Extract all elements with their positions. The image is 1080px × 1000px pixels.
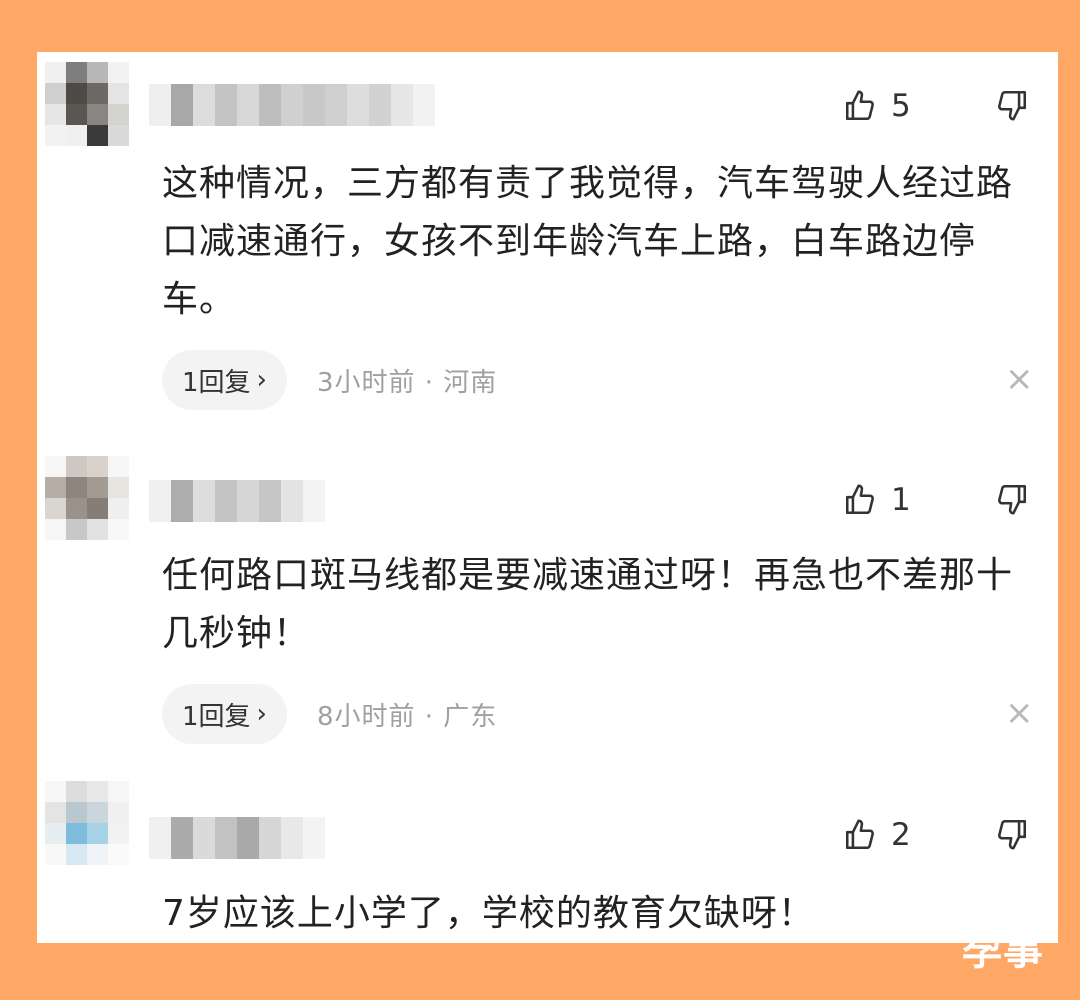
comment-text: 这种情况，三方都有责了我觉得，汽车驾驶人经过路口减速通行，女孩不到年龄汽车上路，…: [162, 163, 1014, 320]
like-button[interactable]: 5: [843, 88, 911, 124]
replies-button[interactable]: 1回复 ›: [162, 350, 287, 410]
dislike-button[interactable]: [995, 88, 1029, 122]
comment-text: 7岁应该上小学了，学校的教育欠缺呀！: [162, 893, 815, 934]
username-blurred[interactable]: [149, 480, 325, 522]
chevron-right-icon: ›: [256, 699, 267, 729]
comment-meta: 1回复 › 3小时前 · 河南: [162, 350, 497, 410]
replies-button[interactable]: 1回复 ›: [162, 684, 287, 744]
username-blurred[interactable]: [149, 84, 435, 126]
replies-label: 1回复: [182, 701, 251, 732]
avatar[interactable]: [45, 456, 129, 540]
thumbs-down-icon: [998, 819, 1027, 850]
thumbs-down-icon: [998, 90, 1027, 121]
close-icon[interactable]: ×: [1005, 362, 1034, 396]
thumbs-up-icon: [845, 484, 874, 515]
like-count: 5: [891, 88, 911, 124]
watermark-logo: 孕事: [962, 928, 1044, 974]
comments-panel: 5 这种情况，三方都有责了我觉得，汽车驾驶人经过路口减速通行，女孩不到年龄汽车上…: [37, 52, 1058, 943]
thumbs-up-icon: [845, 90, 874, 121]
like-count: 2: [891, 817, 911, 853]
like-button[interactable]: 1: [843, 482, 911, 518]
dislike-button[interactable]: [995, 482, 1029, 516]
avatar[interactable]: [45, 781, 129, 865]
close-icon[interactable]: ×: [1005, 696, 1034, 730]
comment-text: 任何路口斑马线都是要减速通过呀！再急也不差那十几秒钟！: [162, 555, 1014, 654]
comment-meta: 1回复 › 8小时前 · 广东: [162, 684, 497, 744]
avatar[interactable]: [45, 62, 129, 146]
time-location: 8小时前 · 广东: [316, 701, 498, 732]
like-button[interactable]: 2: [843, 817, 911, 853]
chevron-right-icon: ›: [256, 365, 267, 395]
replies-label: 1回复: [182, 367, 251, 398]
username-blurred[interactable]: [149, 817, 325, 859]
dislike-button[interactable]: [995, 817, 1029, 851]
time-location: 3小时前 · 河南: [316, 367, 498, 398]
like-count: 1: [891, 482, 911, 518]
thumbs-up-icon: [845, 819, 874, 850]
thumbs-down-icon: [998, 484, 1027, 515]
